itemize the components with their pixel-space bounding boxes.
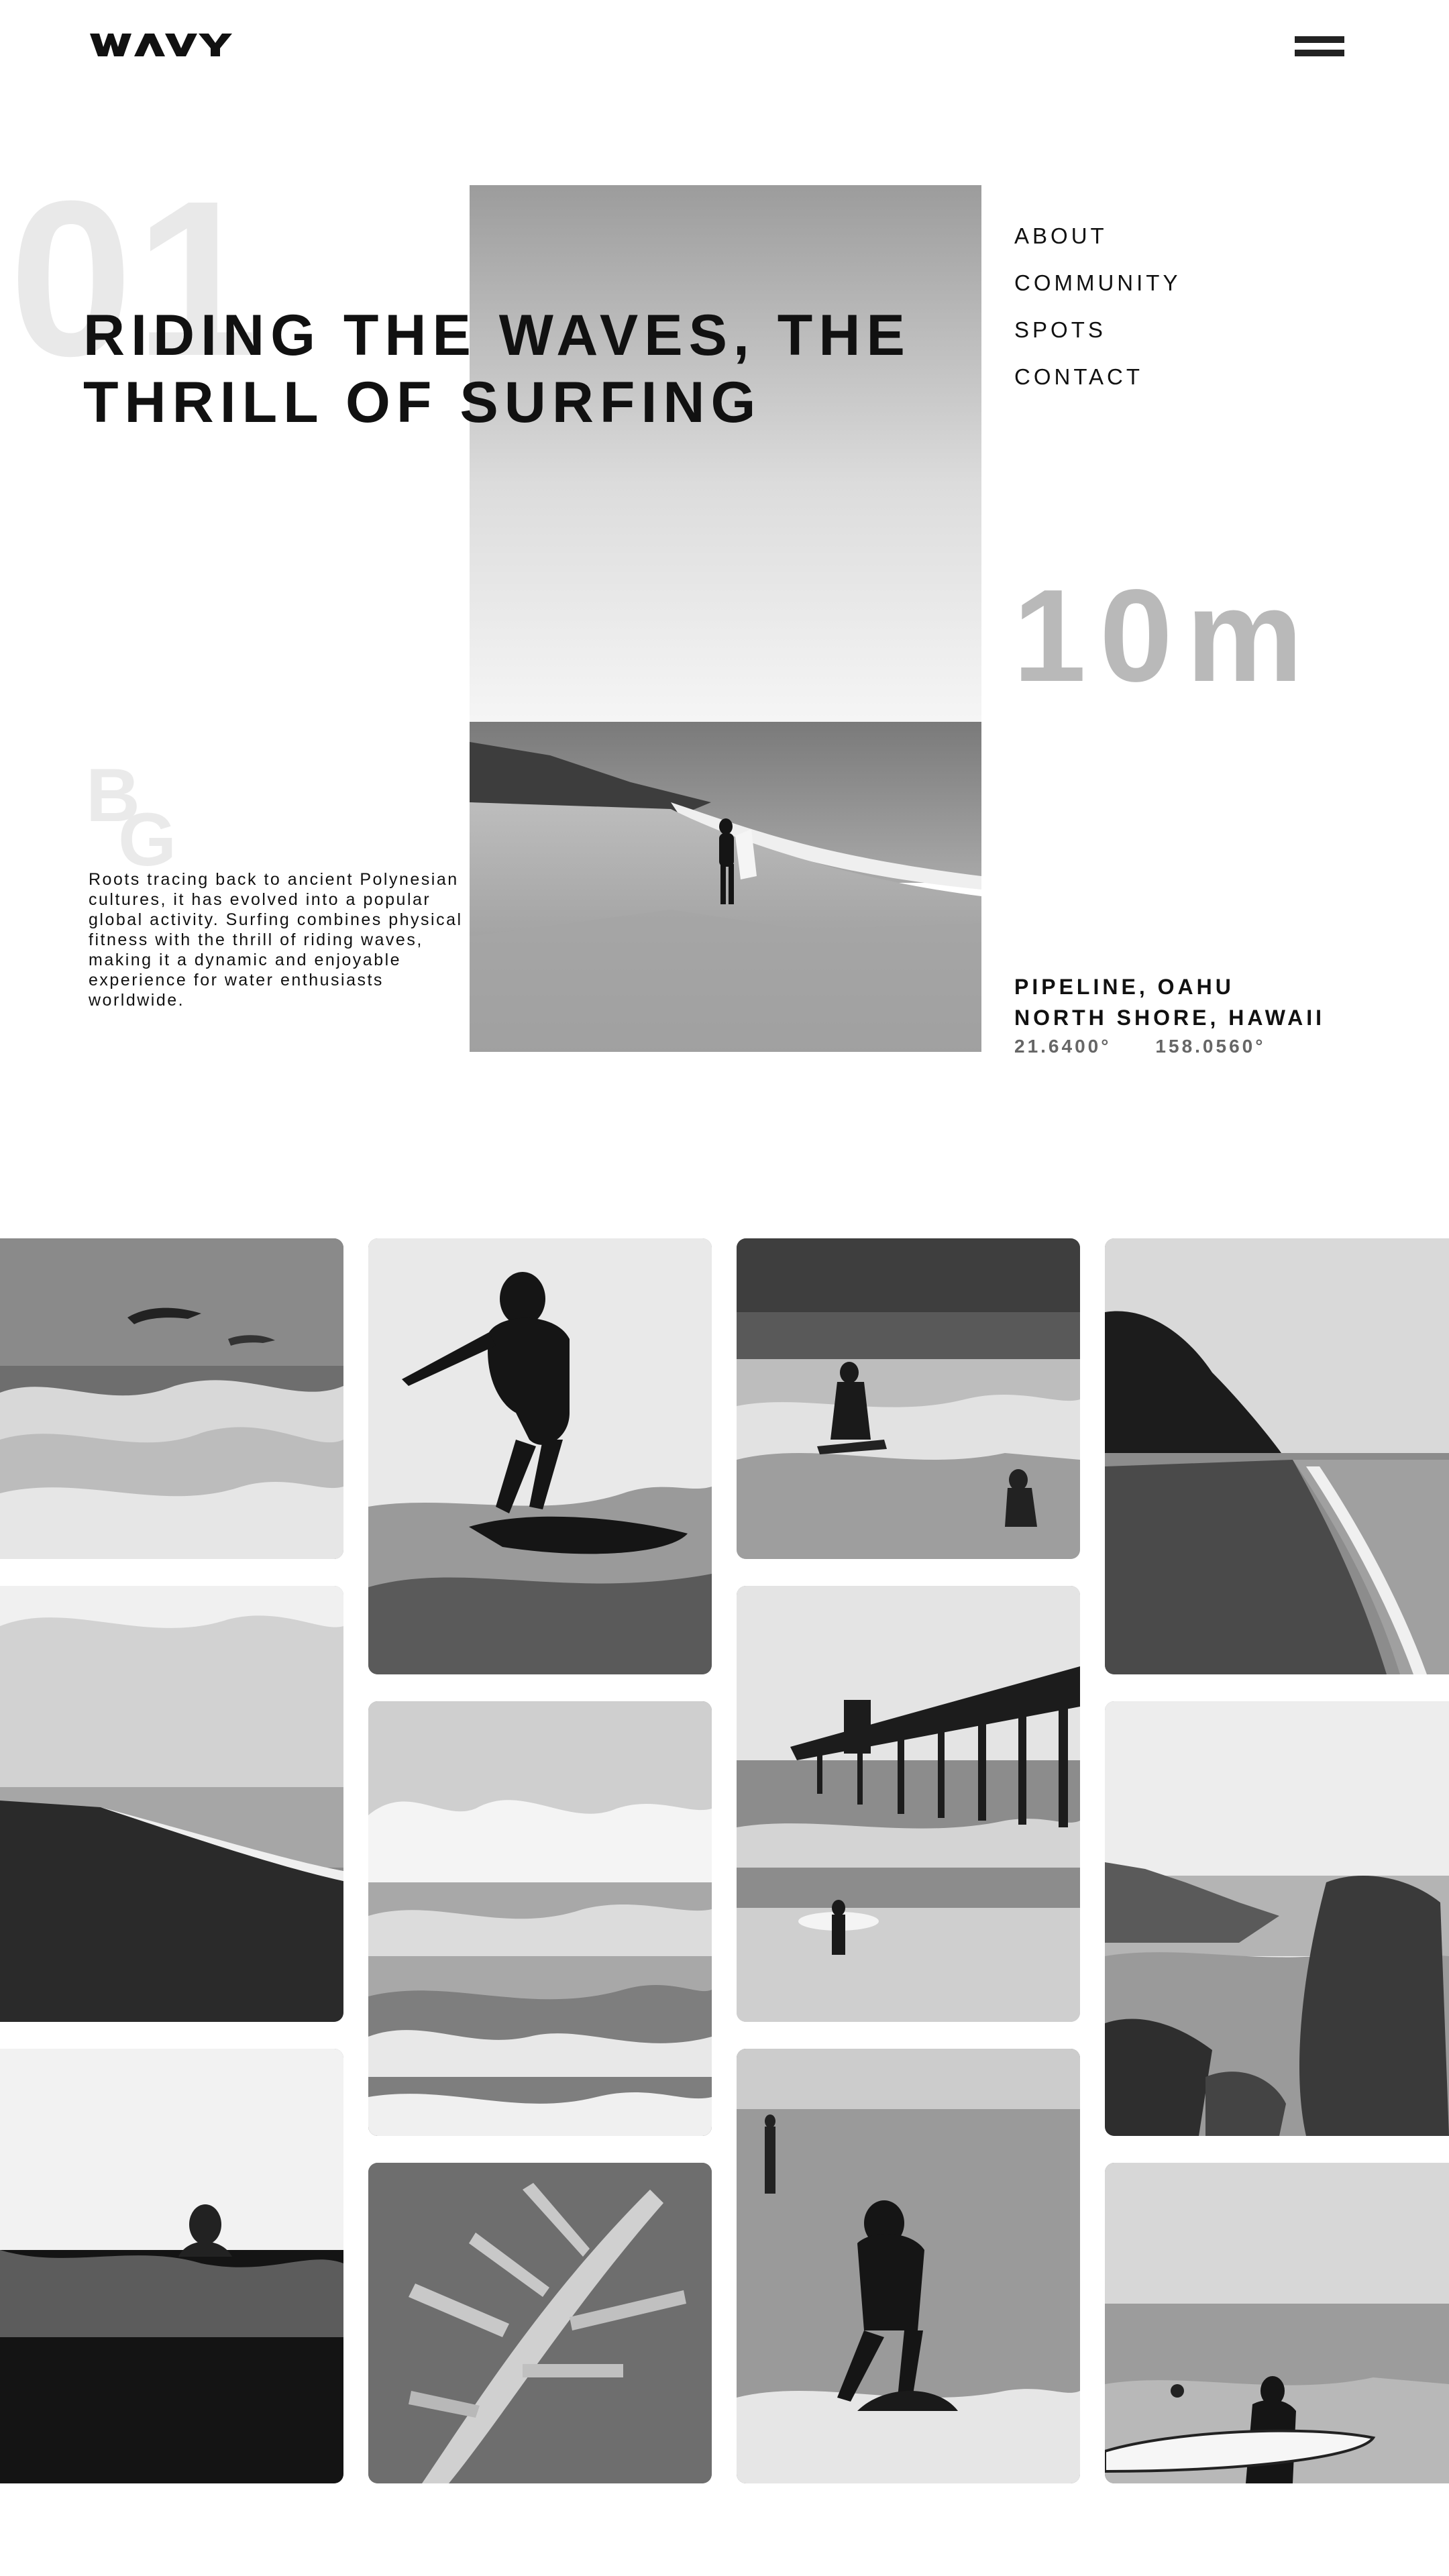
nav-link-spots[interactable]: SPOTS xyxy=(1014,315,1181,362)
wavy-logo-mark xyxy=(90,34,232,56)
decorative-letter-g: G xyxy=(118,798,177,881)
gallery-photo-surfer-with-board[interactable] xyxy=(1105,2163,1449,2483)
intro-description: Roots tracing back to ancient Polynesian… xyxy=(89,870,463,1010)
menu-line-bottom xyxy=(1295,50,1344,56)
latitude: 21.6400° xyxy=(1014,1036,1112,1057)
wavy-logo[interactable]: WAVY xyxy=(90,30,251,63)
decorative-letters: B G xyxy=(83,758,217,879)
gallery-photo-cove-beach[interactable] xyxy=(1105,1238,1449,1674)
wave-height-stat: 10m xyxy=(1013,562,1317,709)
nav-link-contact[interactable]: CONTACT xyxy=(1014,362,1181,409)
gallery-photo-surfers-pier[interactable] xyxy=(737,1238,1080,1559)
gallery-photo-dolphins[interactable] xyxy=(0,1238,343,1559)
gallery-photo-pier-surfer[interactable] xyxy=(737,1586,1080,2022)
gallery-photo-crashing-waves[interactable] xyxy=(368,1701,712,2136)
gallery-photo-dark-beach[interactable] xyxy=(0,1586,343,2022)
gallery-photo-surfer-paddling[interactable] xyxy=(737,2049,1080,2483)
hero-title: RIDING THE WAVES, THE THRILL OF SURFING xyxy=(83,302,955,436)
location-spot: PIPELINE, OAHU xyxy=(1014,975,1234,999)
hero-title-line-2: THRILL OF SURFING xyxy=(83,370,762,435)
longitude: 158.0560° xyxy=(1155,1036,1266,1057)
hero-title-line-1: RIDING THE WAVES, THE xyxy=(83,303,911,368)
menu-line-top xyxy=(1295,36,1344,43)
gallery-photo-palm-shadow[interactable] xyxy=(368,2163,712,2483)
nav-link-community[interactable]: COMMUNITY xyxy=(1014,268,1181,315)
gallery-photo-surfer-silhouette[interactable] xyxy=(368,1238,712,1674)
gallery-photo-swimmer[interactable] xyxy=(0,2049,343,2483)
gallery-photo-rocky-shore[interactable] xyxy=(1105,1701,1449,2136)
main-nav: ABOUT COMMUNITY SPOTS CONTACT xyxy=(1014,221,1181,409)
location-region: NORTH SHORE, HAWAII xyxy=(1014,1006,1326,1030)
location-coordinates: 21.6400° 158.0560° xyxy=(1014,1036,1325,1057)
location-block: PIPELINE, OAHU NORTH SHORE, HAWAII 21.64… xyxy=(1014,971,1325,1057)
hamburger-icon[interactable] xyxy=(1295,35,1344,58)
nav-link-about[interactable]: ABOUT xyxy=(1014,221,1181,268)
